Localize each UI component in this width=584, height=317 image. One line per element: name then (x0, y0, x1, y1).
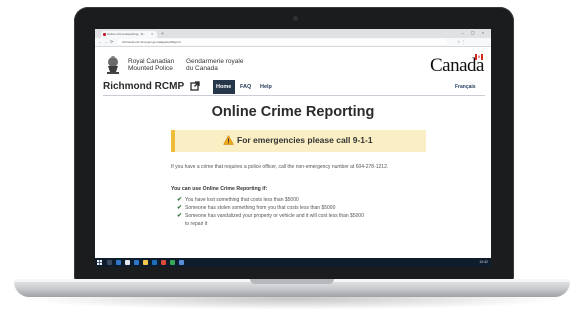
list-item: ✔ Someone has vandalized your property or… (177, 212, 364, 220)
store-icon[interactable] (152, 260, 157, 265)
criteria-text: Someone has stolen something from you th… (185, 205, 336, 211)
check-icon: ✔ (177, 205, 183, 211)
menu-item-faq[interactable]: FAQ (237, 80, 255, 94)
check-icon: ✔ (177, 213, 183, 219)
os-taskbar: 10:42 (95, 258, 491, 267)
menu-item-help[interactable]: Help (257, 80, 277, 94)
edge-icon[interactable] (134, 260, 139, 265)
favicon-icon (103, 33, 106, 36)
canada-flag-icon (475, 54, 483, 60)
list-item: ✔ You have lost something that costs less… (177, 196, 299, 204)
back-icon[interactable]: ← (98, 39, 102, 45)
browser-tab[interactable]: Online Crime Reporting - R... (101, 31, 157, 38)
page-title: Online Crime Reporting (211, 104, 375, 120)
org-name-fr: Gendarmerie royale du Canada (186, 58, 243, 72)
intro-text: If you have a crime that requires a poli… (171, 164, 389, 170)
webcam (293, 16, 298, 21)
site-title[interactable]: Richmond RCMP (103, 81, 184, 92)
criteria-continuation: to repair it (185, 221, 208, 227)
extensions-icon[interactable]: ☆ ⋮ (457, 39, 466, 45)
forward-icon[interactable]: → (104, 39, 108, 45)
criteria-text: Someone has vandalized your property or … (185, 213, 364, 219)
windows-start-icon[interactable] (97, 260, 102, 265)
browser-tab-bar: Online Crime Reporting - R... × + – ▢ × (95, 29, 491, 38)
menu-item-home[interactable]: Home (213, 80, 235, 94)
tab-title: Online Crime Reporting - R... (107, 32, 146, 36)
list-item: ✔ Someone has stolen something from you t… (177, 204, 335, 212)
emergency-alert: For emergencies please call 9-1-1 (171, 130, 426, 152)
criteria-lead: You can use Online Crime Reporting if: (171, 186, 268, 192)
nav-divider (103, 95, 485, 96)
criteria-text: You have lost something that costs less … (185, 197, 299, 203)
url-text: richmond.ocr.rcmp-grc.gc.ca/app/ocr/Repo… (122, 40, 181, 44)
taskview-icon[interactable] (116, 260, 121, 265)
folder-icon[interactable] (143, 260, 148, 265)
org-name-en: Royal Canadian Mounted Police (128, 58, 174, 72)
laptop-notch (250, 279, 334, 284)
rcmp-crest-icon (107, 56, 119, 74)
mail-icon[interactable] (161, 260, 166, 265)
web-page: Royal Canadian Mounted Police Gendarmeri… (95, 47, 491, 258)
external-link-icon (190, 81, 200, 91)
warning-triangle-icon (223, 135, 234, 145)
new-tab-button[interactable]: + (161, 31, 167, 37)
language-toggle[interactable]: Français (455, 84, 476, 90)
file-explorer-icon[interactable] (125, 260, 130, 265)
reload-icon[interactable]: ⟳ (110, 39, 113, 45)
tab-close-icon[interactable]: × (151, 31, 153, 37)
url-field[interactable]: richmond.ocr.rcmp-grc.gc.ca/app/ocr/Repo… (117, 39, 447, 45)
search-icon[interactable] (107, 260, 112, 265)
chrome-icon[interactable] (170, 260, 175, 265)
check-icon: ✔ (177, 197, 183, 203)
window-controls[interactable]: – ▢ × (461, 30, 487, 35)
alert-text: For emergencies please call 9-1-1 (237, 135, 373, 145)
app-icon[interactable] (179, 260, 184, 265)
address-bar: ← → ⟳ richmond.ocr.rcmp-grc.gc.ca/app/oc… (95, 38, 491, 47)
org-name-fr-text: Gendarmerie royale du Canada (186, 58, 244, 72)
laptop-screen: Online Crime Reporting - R... × + – ▢ × … (95, 29, 491, 267)
taskbar-clock: 10:42 (479, 260, 488, 264)
org-name-en-text: Royal Canadian Mounted Police (128, 58, 175, 72)
